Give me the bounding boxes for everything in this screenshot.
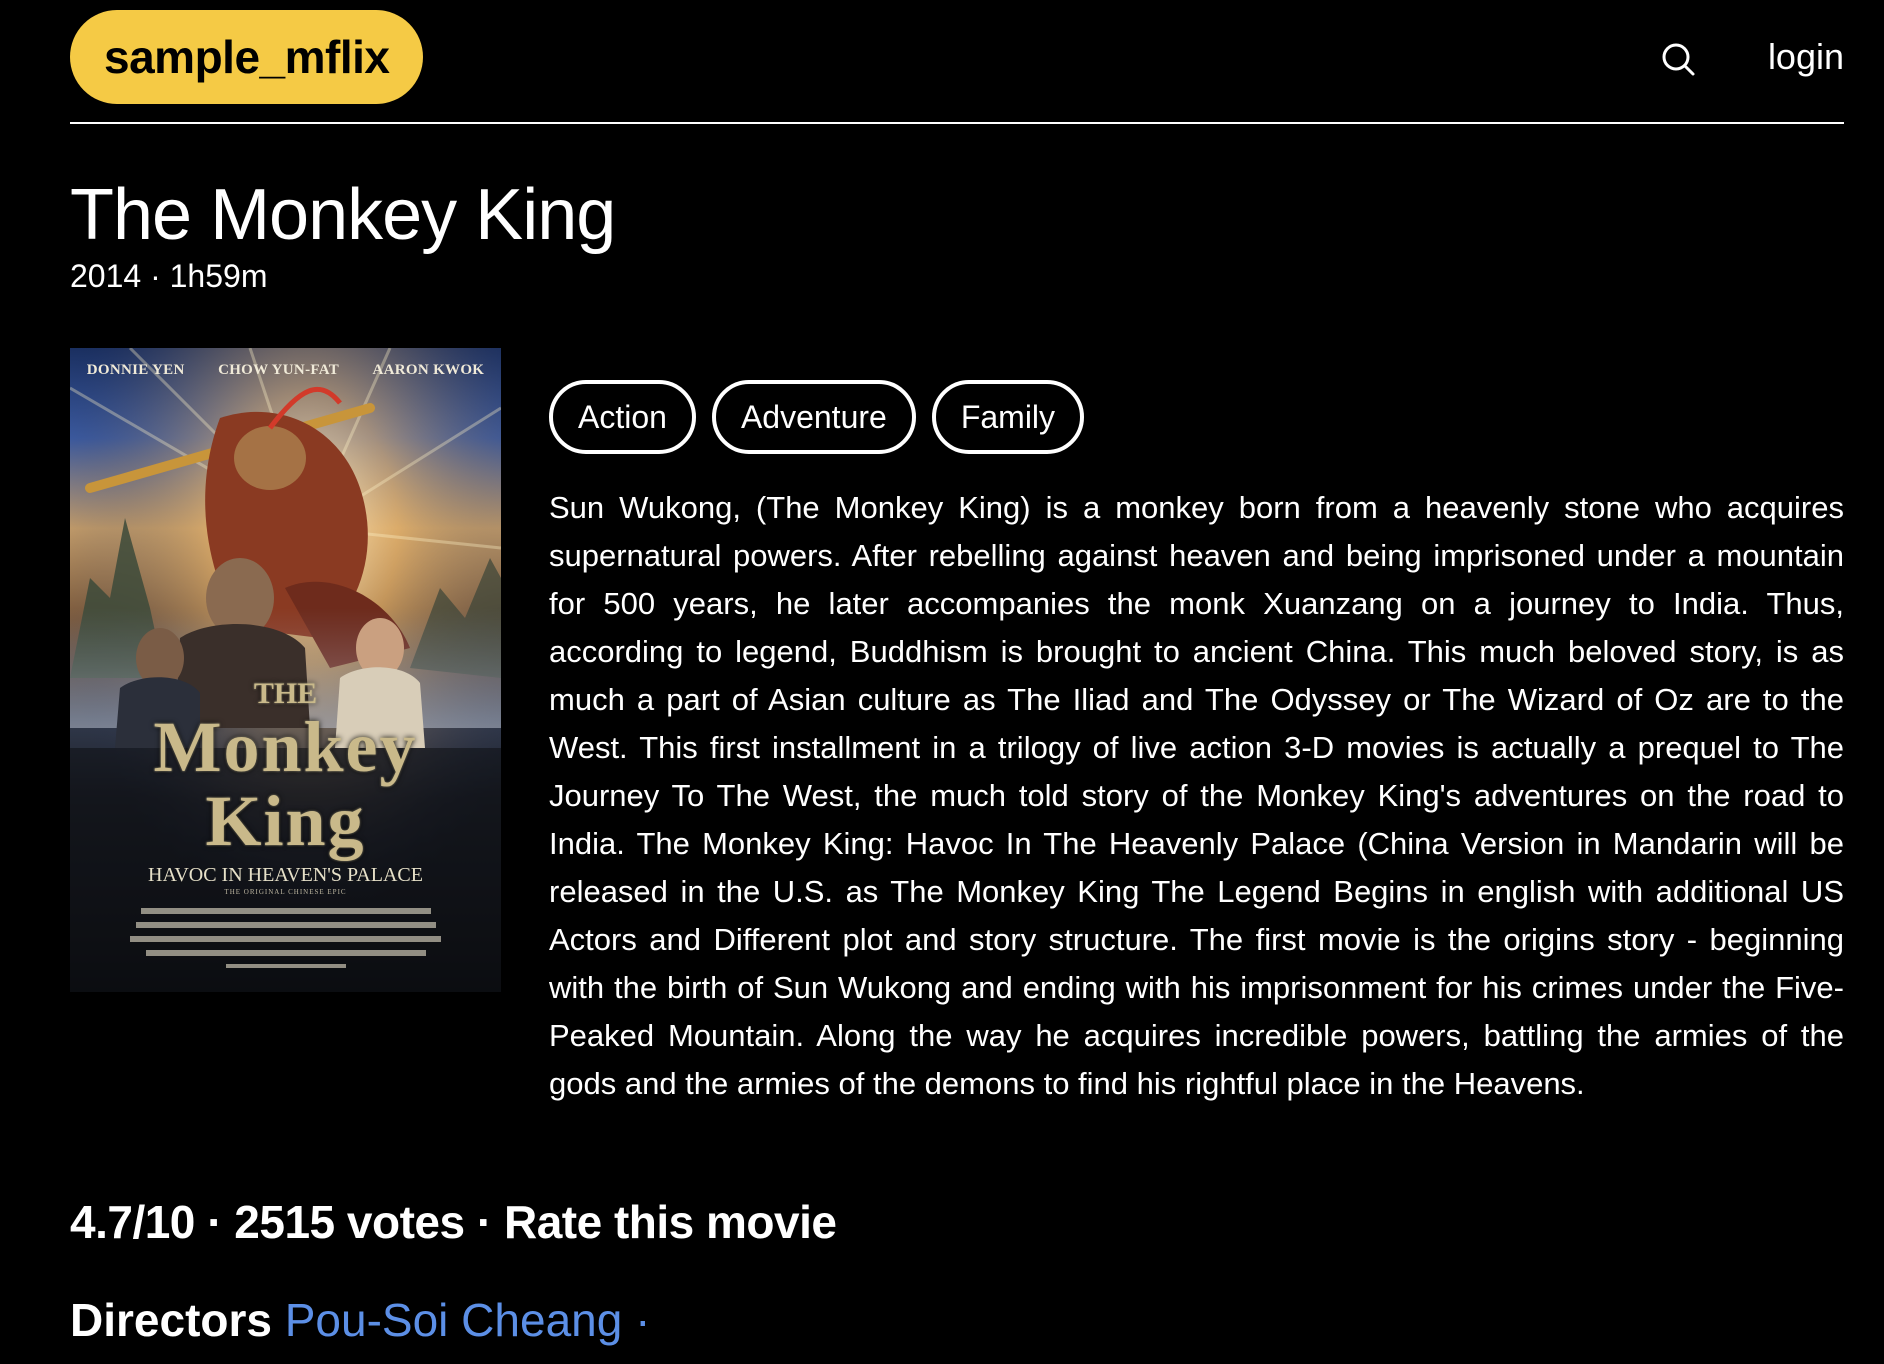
poster-credits-block xyxy=(130,908,441,968)
poster-billing-name: DONNIE YEN xyxy=(86,362,185,378)
poster-logo-the: THE xyxy=(253,677,318,710)
movie-poster: DONNIE YEN CHOW YUN-FAT AARON KWOK THE M… xyxy=(70,348,501,992)
poster-subtitle: HAVOC IN HEAVEN'S PALACE xyxy=(148,864,423,886)
genre-tag-action[interactable]: Action xyxy=(549,380,696,454)
logo-button[interactable]: sample_mflix xyxy=(70,10,424,104)
movie-year: 2014 xyxy=(70,258,142,294)
movie-title: The Monkey King xyxy=(70,175,616,255)
poster-logo-king: King xyxy=(205,781,366,861)
directors-row: Directors Pou-Soi Cheang · xyxy=(70,1290,650,1350)
poster-billing: DONNIE YEN CHOW YUN-FAT AARON KWOK xyxy=(70,362,501,379)
poster-tagline: THE ORIGINAL CHINESE EPIC xyxy=(224,888,347,896)
directors-label: Directors xyxy=(70,1294,272,1346)
genre-tag-adventure[interactable]: Adventure xyxy=(711,380,916,454)
genre-list: Action Adventure Family xyxy=(549,380,1085,454)
poster-logo-monkey: Monkey xyxy=(153,707,418,787)
search-icon[interactable] xyxy=(1659,40,1699,80)
rating-separator: · xyxy=(207,1196,223,1248)
movie-plot: Sun Wukong, (The Monkey King) is a monke… xyxy=(549,490,1844,1101)
meta-separator: · xyxy=(150,258,161,294)
header: sample_mflix login xyxy=(70,10,1844,124)
director-name[interactable]: Pou-Soi Cheang xyxy=(285,1294,623,1346)
movie-meta: 2014 · 1h59m xyxy=(70,256,267,296)
director-link[interactable]: Pou-Soi Cheang · xyxy=(285,1294,651,1346)
rating-score: 4.7/10 xyxy=(70,1196,195,1248)
poster-billing-name: AARON KWOK xyxy=(372,362,485,378)
rating-row: 4.7/10 · 2515 votes · Rate this movie xyxy=(70,1192,837,1252)
poster-logo: THE Monkey King xyxy=(70,677,501,861)
rate-movie-button[interactable]: Rate this movie xyxy=(504,1196,837,1248)
rating-votes: 2515 votes xyxy=(234,1196,465,1248)
movie-page: sample_mflix login The Monkey King 2014 … xyxy=(0,0,1884,1364)
genre-tag-family[interactable]: Family xyxy=(931,380,1085,454)
rating-separator: · xyxy=(476,1196,492,1248)
director-separator: · xyxy=(622,1294,651,1346)
movie-runtime: 1h59m xyxy=(169,258,268,294)
poster-billing-name: CHOW YUN-FAT xyxy=(218,362,340,378)
login-link[interactable]: login xyxy=(1768,36,1844,78)
